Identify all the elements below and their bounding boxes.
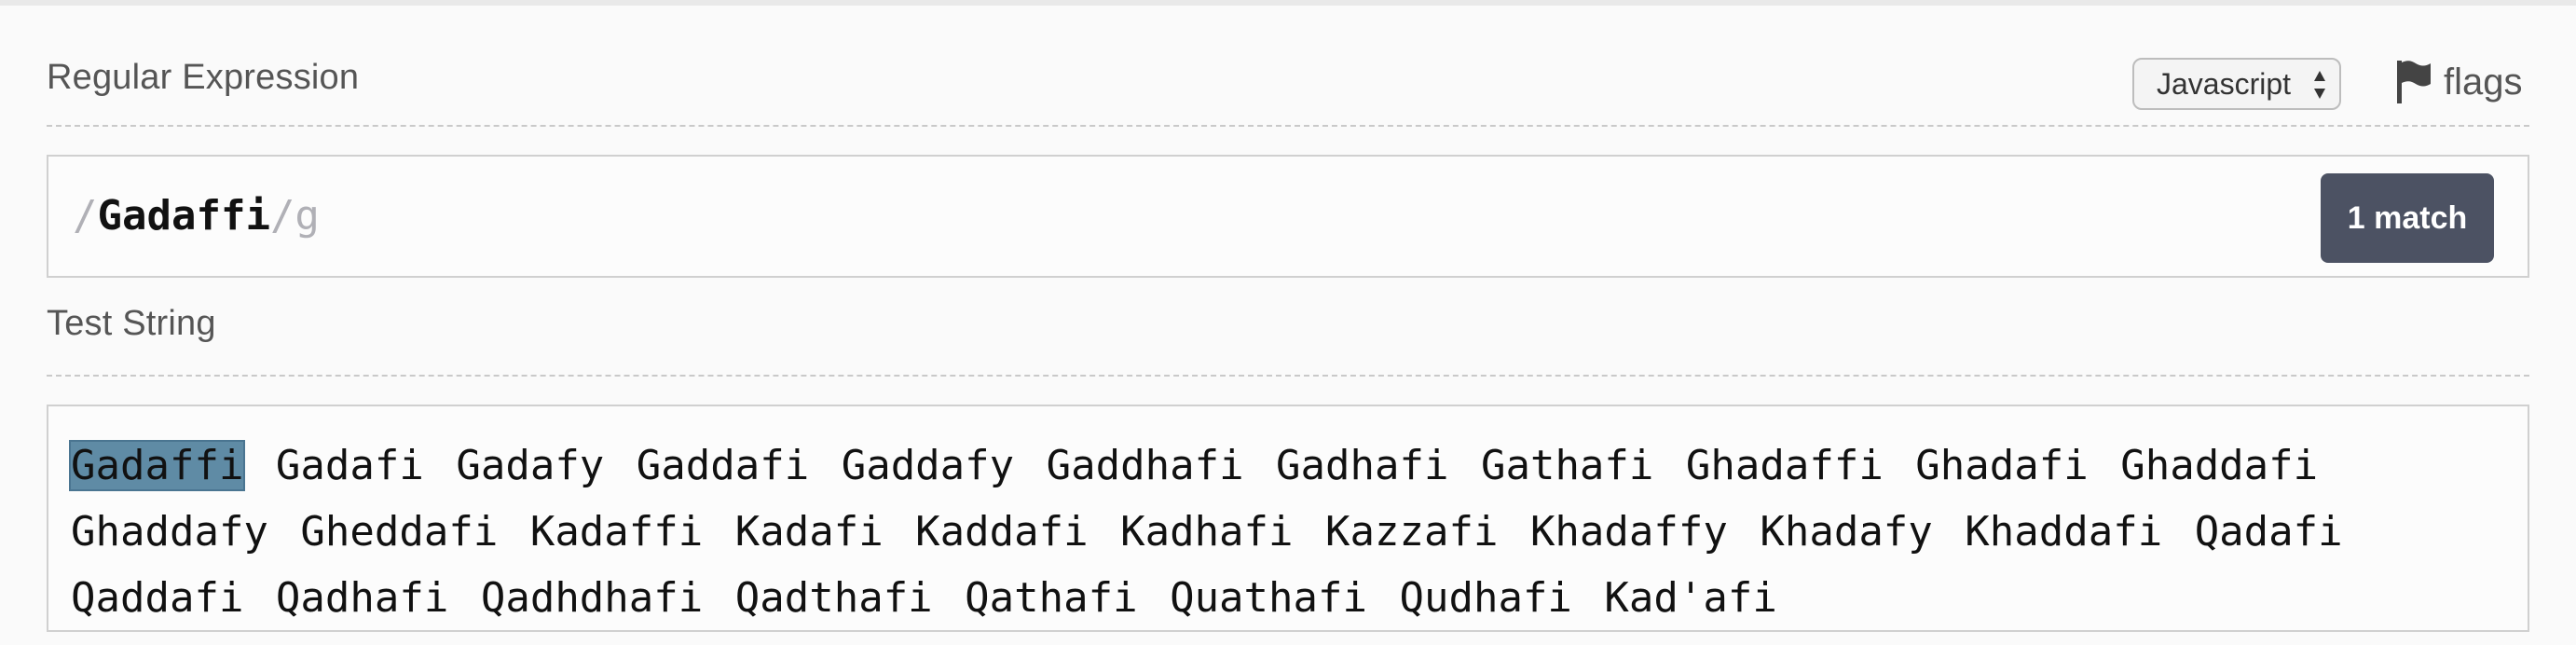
language-select[interactable]: Javascript (2132, 58, 2341, 110)
flags-label: flags (2444, 61, 2523, 103)
test-string-input[interactable]: Gadaffi Gadafi Gadafy Gaddafi Gaddafy Ga… (47, 405, 2529, 632)
flag-icon (2397, 61, 2431, 103)
regex-pattern: Gadaffi (97, 192, 270, 240)
up-down-arrows-icon (2314, 71, 2325, 99)
language-select-value: Javascript (2157, 66, 2292, 101)
regex-open-delimiter: / (73, 192, 98, 240)
test-section-title: Test String (47, 304, 216, 343)
regex-section-title: Regular Expression (47, 58, 360, 97)
regex-expression: /Gadaffi/g (73, 190, 320, 242)
match-count-badge: 1 match (2321, 173, 2494, 263)
regex-tester-panel: Regular Expression Javascript flags /Gad… (0, 0, 2576, 645)
flags-button[interactable]: flags (2395, 54, 2523, 110)
test-section-header: Test String (47, 298, 2529, 377)
test-string-text: Gadaffi Gadafi Gadafy Gaddafi Gaddafy Ga… (69, 432, 2513, 631)
regex-input[interactable]: /Gadaffi/g 1 match (47, 155, 2529, 278)
regex-flags: /g (269, 192, 320, 240)
regex-section-header: Regular Expression Javascript flags (47, 47, 2529, 127)
test-string-remaining: Gadafi Gadafy Gaddafi Gaddafy Gaddhafi G… (71, 442, 2343, 622)
match-highlight: Gadaffi (69, 440, 246, 491)
